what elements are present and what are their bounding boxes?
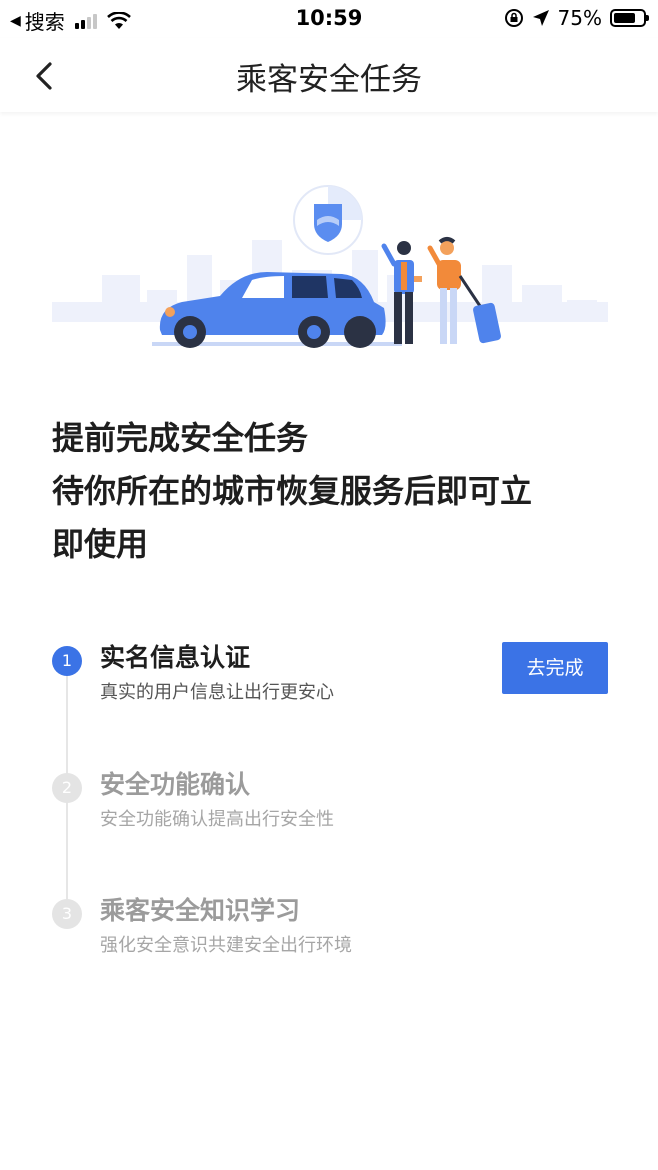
step-title: 实名信息认证 xyxy=(100,643,251,672)
nav-bar: 乘客安全任务 xyxy=(0,38,658,112)
battery-percent: 75% xyxy=(557,6,602,30)
page-title: 乘客安全任务 xyxy=(236,62,422,98)
step-description: 安全功能确认提高出行安全性 xyxy=(100,809,334,830)
step-description: 强化安全意识共建安全出行环境 xyxy=(100,935,352,956)
headline-line-3: 即使用 xyxy=(52,525,149,563)
step-title: 乘客安全知识学习 xyxy=(100,896,301,925)
safety-illustration xyxy=(52,185,608,348)
step-item-realname: 1 实名信息认证 真实的用户信息让出行更安心 去完成 xyxy=(52,636,608,716)
location-icon xyxy=(532,10,549,26)
orientation-lock-icon xyxy=(504,9,523,27)
step-item-safety-features: 2 安全功能确认 安全功能确认提高出行安全性 xyxy=(52,763,608,843)
headline-line-2: 待你所在的城市恢复服务后即可立 xyxy=(52,472,533,510)
step-title: 安全功能确认 xyxy=(100,770,251,799)
step-number-badge: 3 xyxy=(52,899,82,929)
shield-badge-icon xyxy=(293,185,363,255)
go-complete-button[interactable]: 去完成 xyxy=(502,642,608,694)
headline: 提前完成安全任务 待你所在的城市恢复服务后即可立 即使用 xyxy=(52,412,612,571)
headline-line-1: 提前完成安全任务 xyxy=(52,419,309,457)
status-bar: ◀ 搜索 10:59 75% xyxy=(0,0,658,38)
step-number-badge: 1 xyxy=(52,646,82,676)
step-number-badge: 2 xyxy=(52,773,82,803)
battery-icon xyxy=(610,9,649,27)
step-description: 真实的用户信息让出行更安心 xyxy=(100,682,334,703)
battery-fill xyxy=(614,13,635,23)
step-item-safety-knowledge: 3 乘客安全知识学习 强化安全意识共建安全出行环境 xyxy=(52,889,608,969)
status-bar-right: 75% xyxy=(504,6,649,30)
